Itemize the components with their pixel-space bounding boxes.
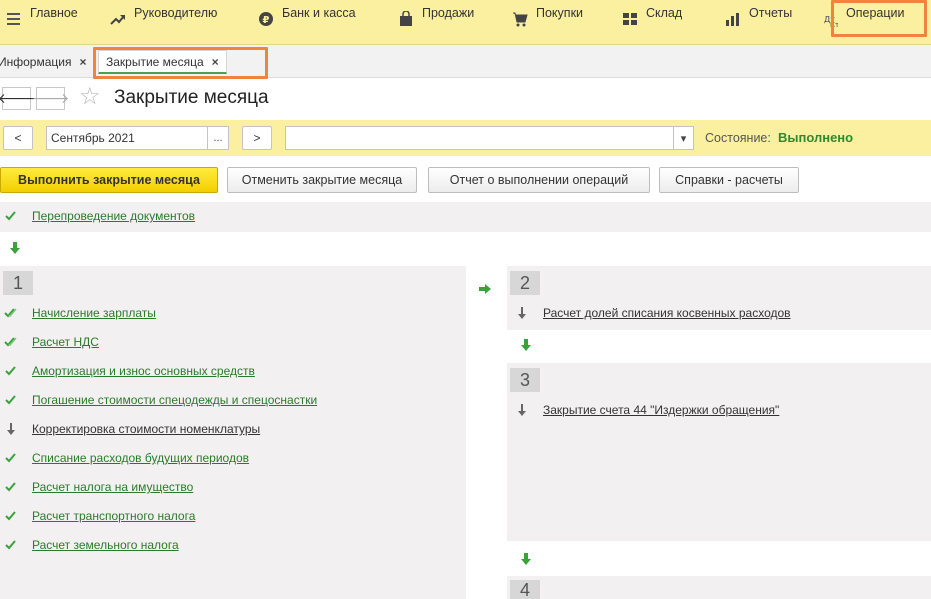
- double-check-icon: [4, 306, 18, 320]
- menu-item-bank[interactable]: ₽ Банк и касса: [258, 0, 356, 45]
- menu-item-manager[interactable]: Руководителю: [110, 0, 217, 45]
- operation-row: Списание расходов будущих периодов: [4, 448, 249, 468]
- operation-link[interactable]: Списание расходов будущих периодов: [32, 451, 249, 465]
- check-icon: [4, 480, 18, 494]
- operation-link[interactable]: Расчет транспортного налога: [32, 509, 195, 523]
- page-title: Закрытие месяца: [114, 87, 269, 108]
- step-3-section: [507, 363, 931, 541]
- double-check-icon: [4, 335, 18, 349]
- tab-month-closing[interactable]: Закрытие месяца ×: [98, 50, 227, 74]
- operation-link[interactable]: Расчет долей списания косвенных расходов: [543, 306, 791, 320]
- organization-field[interactable]: [285, 126, 674, 150]
- period-field[interactable]: Сентябрь 2021: [46, 126, 208, 150]
- operation-row: Расчет земельного налога: [4, 535, 179, 555]
- arrow-down-green-icon: [521, 553, 531, 565]
- hamburger-icon: [6, 11, 22, 27]
- menu-item-label: Покупки: [536, 6, 584, 20]
- cart-icon: [512, 11, 528, 27]
- operation-link[interactable]: Корректировка стоимости номенклатуры: [32, 422, 260, 436]
- svg-text:₽: ₽: [263, 15, 270, 26]
- close-icon[interactable]: ×: [79, 55, 86, 69]
- menu-item-warehouse[interactable]: Склад: [622, 0, 682, 45]
- select-period-button[interactable]: ...: [208, 126, 229, 150]
- operation-link[interactable]: Начисление зарплаты: [32, 306, 156, 320]
- arrow-right-icon: 🡒: [31, 90, 70, 106]
- operation-row: Расчет налога на имущество: [4, 477, 193, 497]
- menu-item-label: Отчеты: [749, 6, 793, 20]
- favorite-star-icon[interactable]: ☆: [79, 85, 101, 109]
- state-label: Состояние:: [705, 131, 771, 145]
- check-icon: [4, 538, 18, 552]
- step-number-badge: 1: [3, 271, 33, 295]
- menu-item-label: Главное: [30, 6, 78, 20]
- menu-item-main[interactable]: Главное: [6, 0, 78, 45]
- menu-item-reports[interactable]: Отчеты: [725, 0, 792, 45]
- operation-link[interactable]: Амортизация и износ основных средств: [32, 364, 255, 378]
- menu-item-purchases[interactable]: Покупки: [512, 0, 583, 45]
- operation-row: Погашение стоимости спецодежды и спецосн…: [4, 390, 317, 410]
- operation-row: Расчет НДС: [4, 332, 99, 352]
- bar-chart-icon: [725, 11, 741, 27]
- ruble-coin-icon: ₽: [258, 11, 274, 27]
- arrow-down-gray-icon: [515, 306, 529, 320]
- reference-calculations-button[interactable]: Справки - расчеты: [659, 167, 799, 193]
- arrow-down-green-icon: [10, 242, 20, 254]
- check-icon: [4, 451, 18, 465]
- menu-item-label: Продажи: [422, 6, 475, 20]
- check-icon: [4, 364, 18, 378]
- check-icon: [4, 393, 18, 407]
- arrow-down-gray-icon: [4, 422, 18, 436]
- dt-kt-icon: Дт Кт: [822, 11, 839, 29]
- operations-report-button[interactable]: Отчет о выполнении операций: [428, 167, 650, 193]
- open-tabs-bar: Информация × Закрытие месяца ×: [0, 45, 931, 78]
- menu-item-sales[interactable]: Продажи: [398, 0, 474, 45]
- main-menu-bar: Главное Руководителю ₽ Банк и касса Прод…: [0, 0, 931, 45]
- operation-link[interactable]: Погашение стоимости спецодежды и спецосн…: [32, 393, 317, 407]
- tab-label: Закрытие месяца: [106, 54, 204, 69]
- menu-item-label: Руководителю: [134, 6, 218, 20]
- operation-row: Амортизация и износ основных средств: [4, 361, 255, 381]
- operation-row: Начисление зарплаты: [4, 303, 156, 323]
- operation-link[interactable]: Перепроведение документов: [32, 209, 195, 223]
- step-number-badge: 2: [510, 271, 540, 295]
- close-icon[interactable]: ×: [212, 55, 219, 69]
- menu-item-label: Операции: [846, 6, 905, 20]
- arrow-right-green-icon: [479, 284, 491, 294]
- arrow-down-gray-icon: [515, 403, 529, 417]
- operation-indirect-costs-shares: Расчет долей списания косвенных расходов: [515, 303, 791, 323]
- operation-link[interactable]: Расчет земельного налога: [32, 538, 179, 552]
- step-number-badge: 4: [510, 580, 540, 599]
- tab-information[interactable]: Информация ×: [0, 50, 87, 74]
- arrow-down-green-icon: [521, 339, 531, 351]
- forward-button[interactable]: 🡒: [32, 87, 69, 110]
- check-icon: [4, 209, 18, 223]
- chevron-down-icon: ▾: [680, 132, 687, 145]
- run-month-closing-button[interactable]: Выполнить закрытие месяца: [0, 167, 218, 193]
- cancel-month-closing-button[interactable]: Отменить закрытие месяца: [227, 167, 417, 193]
- step-number-badge: 3: [510, 368, 540, 392]
- previous-period-button[interactable]: <: [3, 126, 33, 150]
- back-button[interactable]: 🡐: [0, 87, 35, 110]
- menu-item-label: Склад: [646, 6, 683, 20]
- trend-icon: [110, 11, 126, 27]
- step-4-section: [507, 576, 931, 599]
- operation-repost-documents: Перепроведение документов: [4, 206, 195, 226]
- arrow-left-icon: 🡐: [0, 90, 36, 106]
- shopping-bag-icon: [398, 10, 414, 27]
- svg-text:Кт: Кт: [830, 21, 838, 27]
- organization-dropdown-button[interactable]: ▾: [674, 126, 694, 150]
- state-value: Выполнено: [778, 130, 854, 145]
- menu-item-label: Банк и касса: [282, 6, 356, 20]
- operation-close-account-44: Закрытие счета 44 "Издержки обращения": [515, 400, 779, 420]
- operation-row: Расчет транспортного налога: [4, 506, 195, 526]
- warehouse-grid-icon: [622, 11, 638, 27]
- tab-label: Информация: [0, 55, 72, 69]
- check-icon: [4, 509, 18, 523]
- operation-link[interactable]: Расчет НДС: [32, 335, 99, 349]
- menu-item-operations[interactable]: Дт Кт Операции: [822, 0, 904, 45]
- operation-row: Корректировка стоимости номенклатуры: [4, 419, 260, 439]
- operation-link[interactable]: Расчет налога на имущество: [32, 480, 193, 494]
- operation-link[interactable]: Закрытие счета 44 "Издержки обращения": [543, 403, 779, 417]
- next-period-button[interactable]: >: [242, 126, 272, 150]
